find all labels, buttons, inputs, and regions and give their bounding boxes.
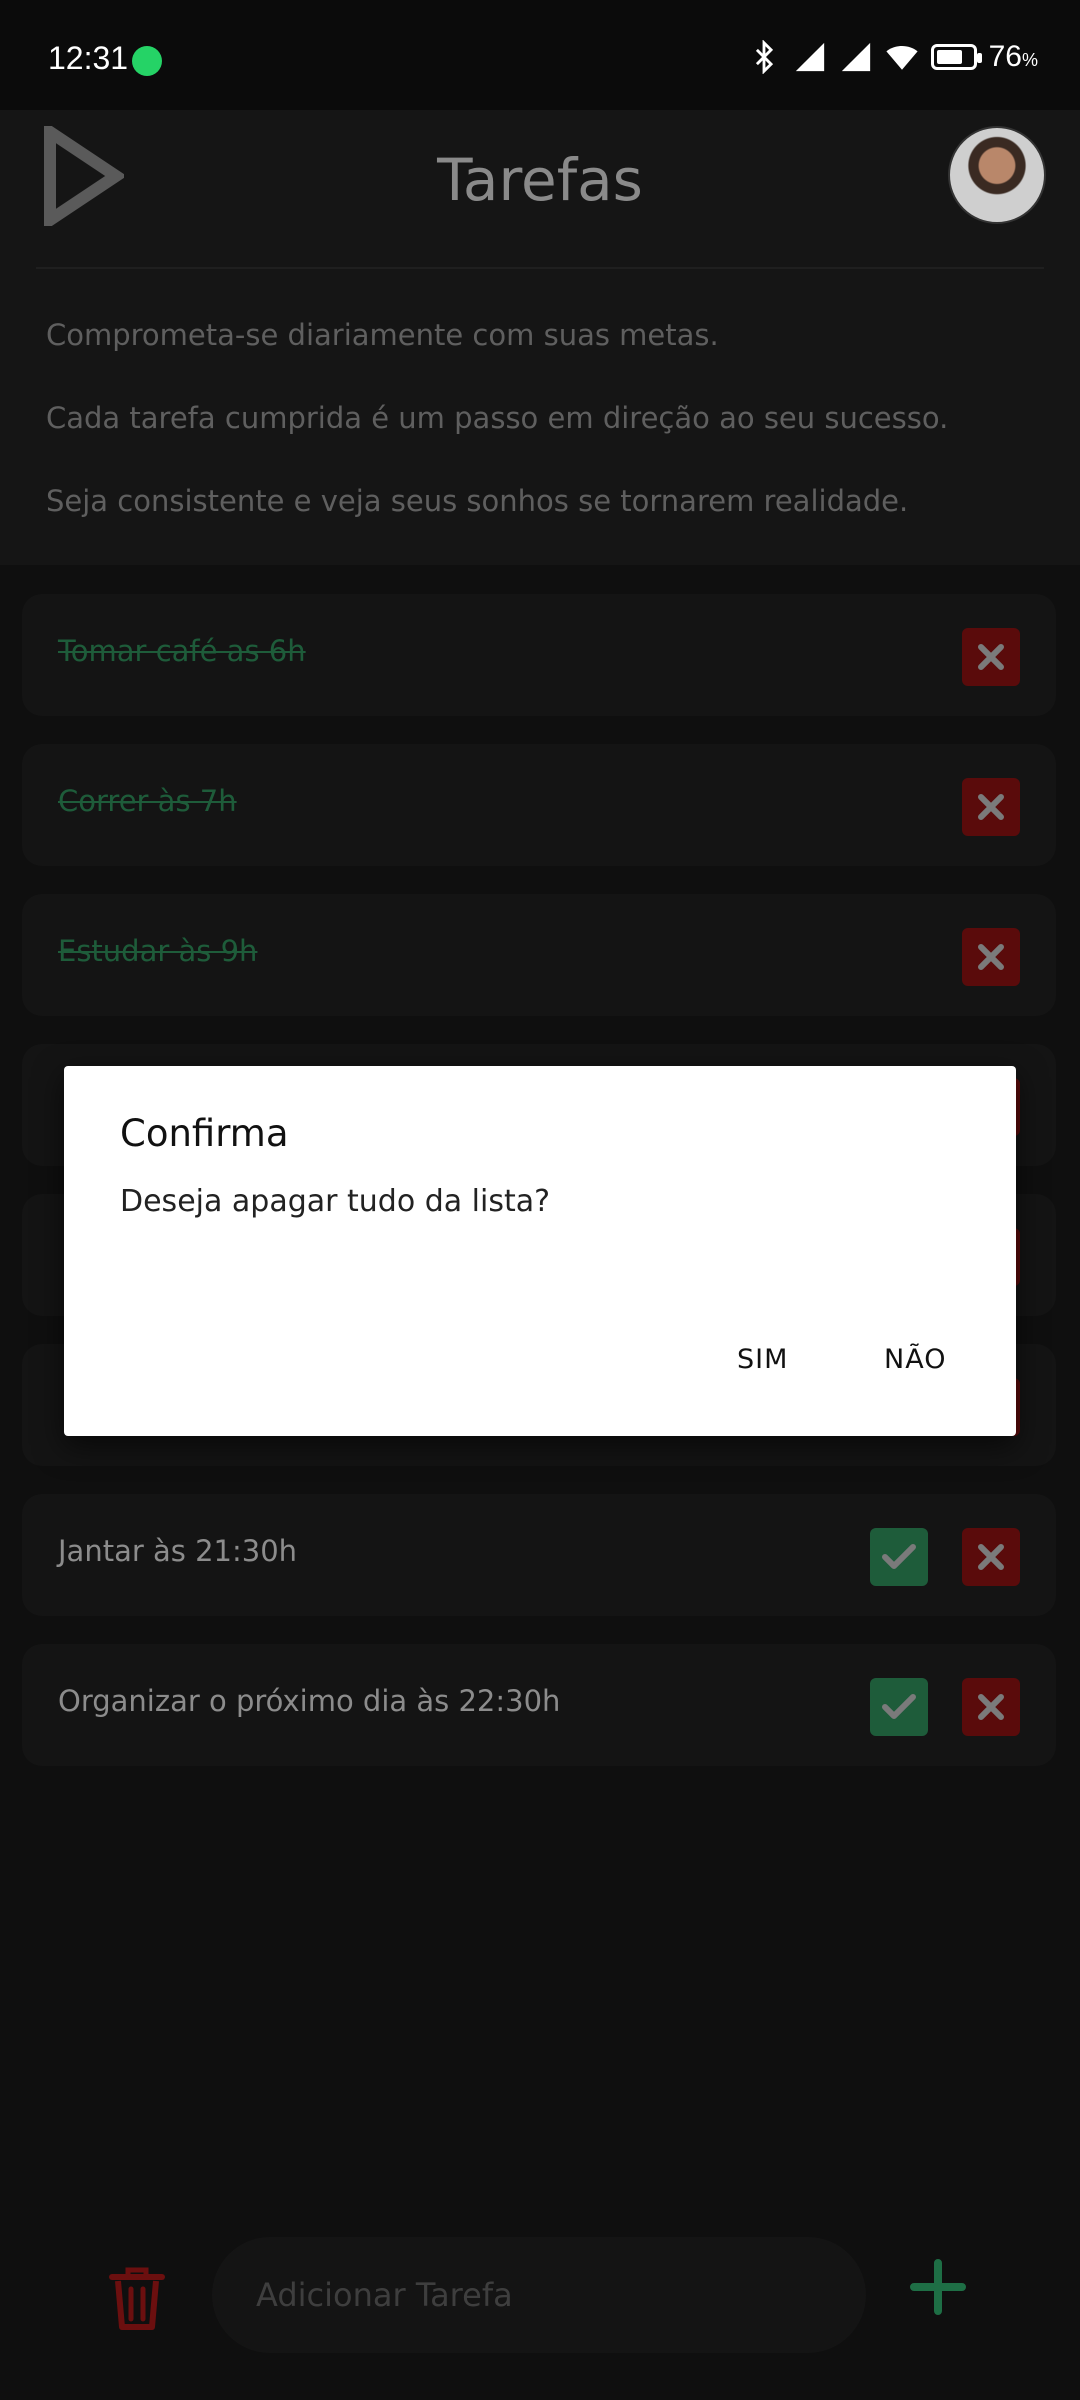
dialog-title: Confirma [120, 1112, 289, 1155]
confirm-yes-button[interactable]: SIM [737, 1344, 788, 1375]
confirm-no-button[interactable]: NÃO [884, 1344, 946, 1375]
confirm-dialog: Confirma Deseja apagar tudo da lista? SI… [64, 1066, 1016, 1436]
dialog-message: Deseja apagar tudo da lista? [120, 1184, 551, 1219]
